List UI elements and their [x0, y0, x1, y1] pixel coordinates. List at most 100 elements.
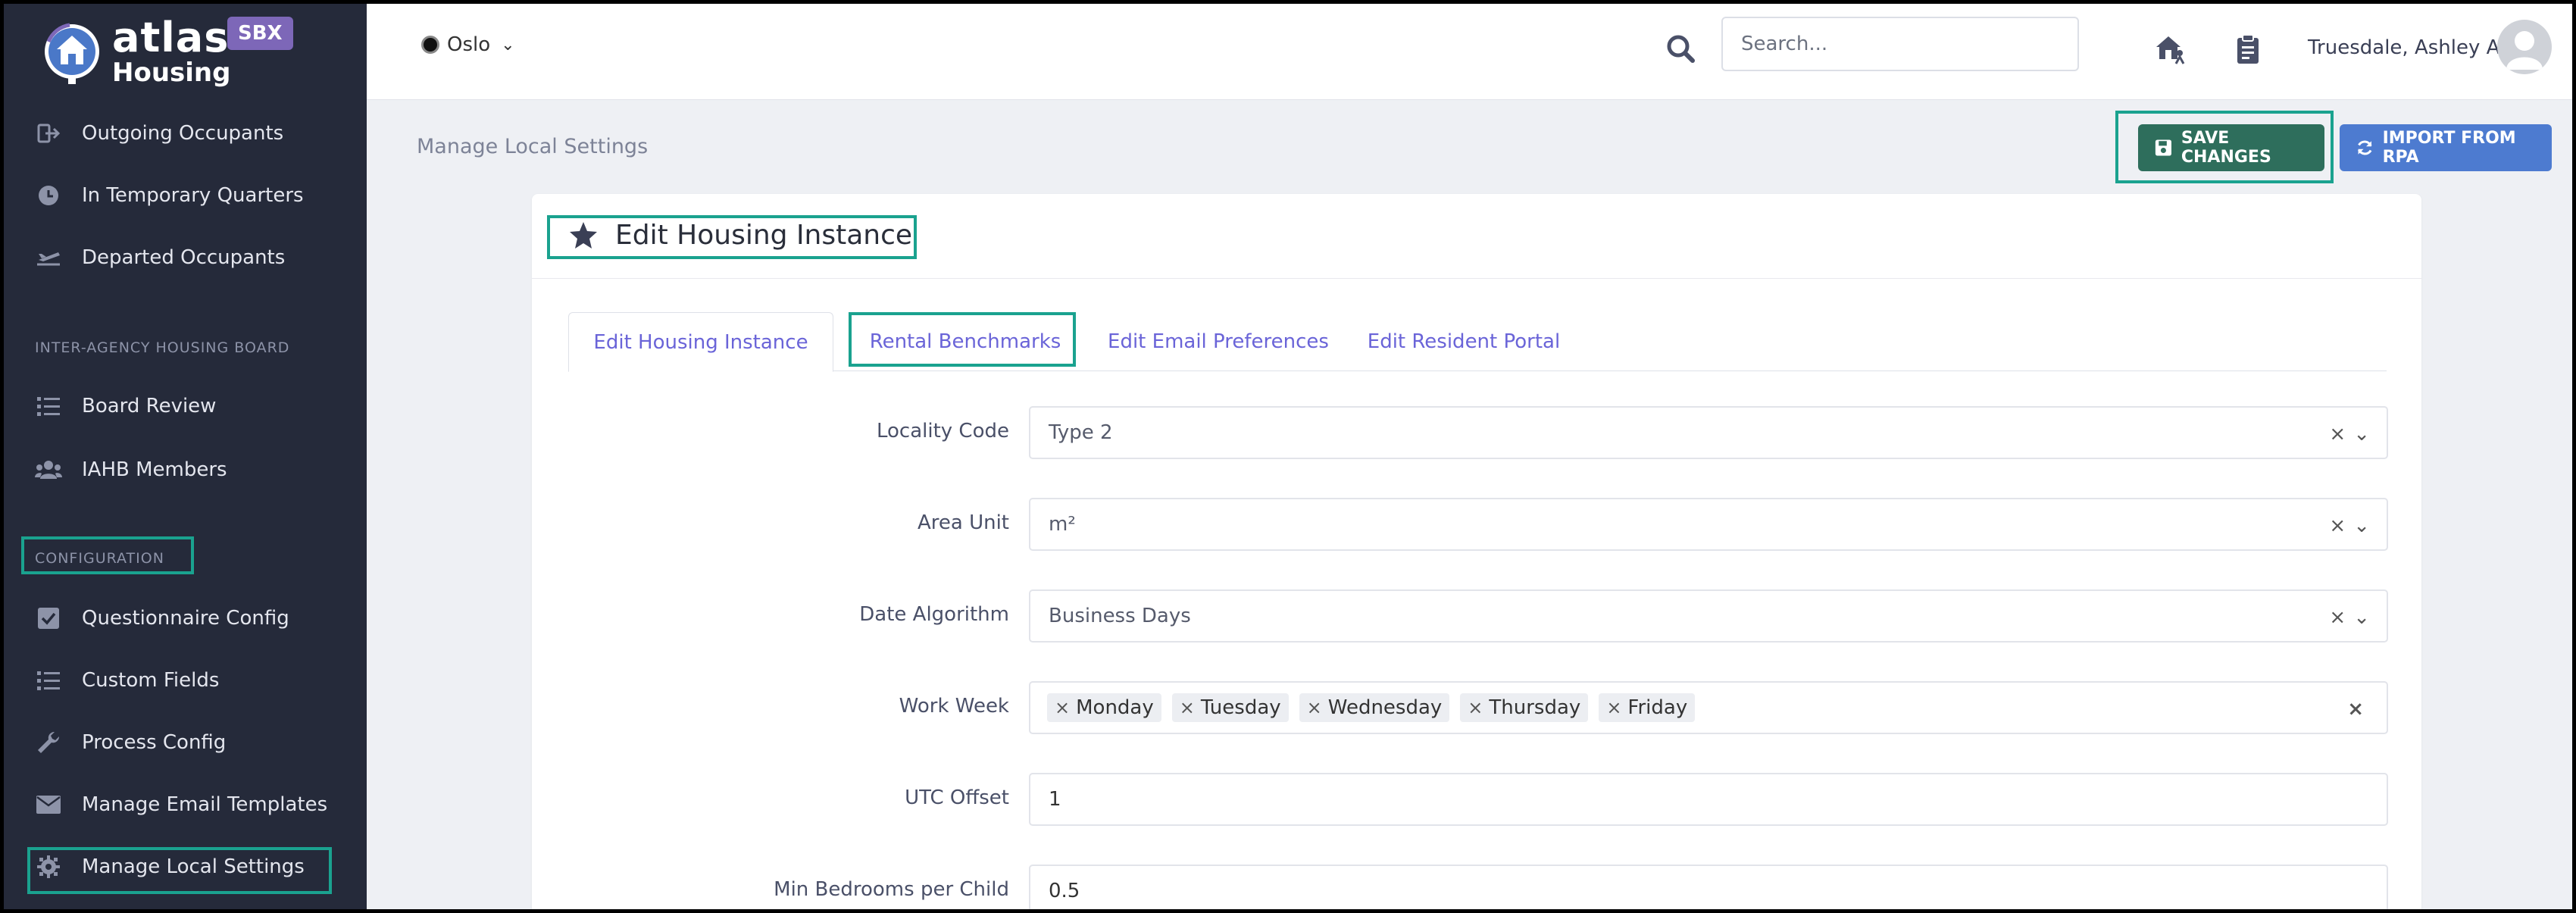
refresh-icon [2358, 140, 2372, 155]
search-input[interactable] [1721, 17, 2079, 71]
remove-chip-icon[interactable]: × [1606, 697, 1621, 718]
locality-code-label: Locality Code [876, 420, 1009, 442]
users-icon [35, 456, 62, 483]
clipboard-icon[interactable] [2232, 33, 2264, 65]
work-week-chip: × Tuesday [1171, 693, 1289, 722]
tab-edit-housing-instance[interactable]: Edit Housing Instance [568, 312, 833, 372]
house-person-icon[interactable] [2155, 33, 2187, 65]
form-row-utc-offset: UTC Offset 1 [532, 773, 2421, 827]
remove-chip-icon[interactable]: × [1468, 697, 1483, 718]
sidebar-item-label: IAHB Members [82, 458, 227, 481]
work-week-chip: × Wednesday [1299, 693, 1450, 722]
sidebar: atlas Housing SBX Outgoing Occupants In … [0, 0, 367, 913]
work-week-multiselect[interactable]: × Monday × Tuesday × Wednesday × Thursday × F… [1029, 681, 2388, 734]
sidebar-item-iahb-members[interactable]: IAHB Members [35, 450, 227, 489]
chevron-down-icon[interactable]: ⌄ [2353, 514, 2370, 537]
user-name[interactable]: Truesdale, Ashley A [2308, 36, 2499, 59]
chevron-down-icon[interactable]: ⌄ [2353, 606, 2370, 629]
sidebar-item-email-templates[interactable]: Manage Email Templates [35, 785, 327, 824]
atlas-globe-icon [45, 23, 99, 84]
chevron-down-icon: ⌄ [501, 35, 515, 55]
work-week-chip: × Monday [1047, 693, 1161, 722]
configuration-highlight [21, 536, 194, 574]
sidebar-item-board-review[interactable]: Board Review [35, 386, 216, 426]
sidebar-item-custom-fields[interactable]: Custom Fields [35, 661, 219, 700]
search-icon[interactable] [1665, 33, 1696, 64]
location-selector[interactable]: Oslo ⌄ [421, 33, 515, 56]
clear-icon[interactable]: × [2329, 606, 2346, 629]
sidebar-item-temporary-quarters[interactable]: In Temporary Quarters [35, 176, 304, 215]
form-row-locality-code: Locality Code Type 2 × ⌄ [532, 406, 2421, 461]
min-bedrooms-value: 0.5 [1049, 880, 1080, 902]
work-week-label: Work Week [899, 695, 1009, 718]
plane-icon [35, 244, 62, 271]
clear-icon[interactable]: × [2329, 423, 2346, 446]
sidebar-item-label: Custom Fields [82, 669, 220, 692]
remove-chip-icon[interactable]: × [1055, 697, 1070, 718]
sidebar-item-outgoing-occupants[interactable]: Outgoing Occupants [35, 114, 283, 153]
user-avatar-icon [2506, 31, 2543, 70]
remove-chip-icon[interactable]: × [1307, 697, 1322, 718]
area-unit-select[interactable]: m² × ⌄ [1029, 498, 2388, 551]
locality-code-select[interactable]: Type 2 × ⌄ [1029, 406, 2388, 459]
wrench-icon [35, 729, 62, 756]
avatar[interactable] [2497, 20, 2552, 74]
date-algorithm-label: Date Algorithm [859, 603, 1009, 626]
date-algorithm-value: Business Days [1049, 605, 1191, 627]
section-header-board: INTER-AGENCY HOUSING BOARD [35, 339, 290, 356]
sign-out-icon [35, 120, 62, 147]
sidebar-item-process-config[interactable]: Process Config [35, 723, 226, 762]
min-bedrooms-input[interactable]: 0.5 [1029, 865, 2388, 913]
sidebar-item-questionnaire-config[interactable]: Questionnaire Config [35, 599, 289, 638]
manage-local-settings-highlight [27, 847, 332, 894]
checkbox-icon [35, 605, 62, 632]
form-row-work-week: Work Week × Monday × Tuesday × Wednesday × T… [532, 681, 2421, 736]
tab-resident-portal[interactable]: Edit Resident Portal [1355, 312, 1573, 371]
tab-bar: Edit Housing Instance Rental Benchmarks … [568, 312, 2387, 372]
save-icon [2155, 139, 2171, 156]
brand-logo-area[interactable]: atlas Housing [39, 14, 230, 89]
tab-email-preferences[interactable]: Edit Email Preferences [1100, 312, 1336, 371]
locality-code-value: Type 2 [1049, 421, 1113, 444]
remove-chip-icon[interactable]: × [1180, 697, 1195, 718]
form-row-min-bedrooms: Min Bedrooms per Child 0.5 [532, 865, 2421, 913]
chevron-down-icon[interactable]: ⌄ [2353, 423, 2370, 446]
form-row-area-unit: Area Unit m² × ⌄ [532, 498, 2421, 552]
min-bedrooms-label: Min Bedrooms per Child [774, 878, 1009, 901]
clear-all-icon[interactable]: × [2347, 698, 2364, 721]
import-from-rpa-button[interactable]: IMPORT FROM RPA [2340, 124, 2552, 171]
sidebar-item-label: Process Config [82, 731, 227, 754]
list-icon [35, 392, 62, 420]
brand-name: atlas [112, 14, 230, 61]
area-unit-label: Area Unit [917, 511, 1009, 534]
save-changes-button[interactable]: SAVE CHANGES [2138, 124, 2324, 171]
sidebar-item-label: Departed Occupants [82, 246, 286, 269]
work-week-chip: × Thursday [1460, 693, 1589, 722]
sidebar-item-label: Questionnaire Config [82, 607, 289, 630]
sidebar-item-label: Manage Email Templates [82, 793, 328, 816]
sidebar-item-label: Outgoing Occupants [82, 122, 284, 145]
brand-subname: Housing [112, 58, 231, 88]
list-icon [35, 667, 62, 694]
sidebar-item-departed-occupants[interactable]: Departed Occupants [35, 238, 285, 277]
location-dot-icon [421, 36, 439, 54]
form-row-date-algorithm: Date Algorithm Business Days × ⌄ [532, 589, 2421, 644]
import-from-rpa-label: IMPORT FROM RPA [2382, 129, 2516, 167]
utc-offset-input[interactable]: 1 [1029, 773, 2388, 826]
envelope-icon [35, 791, 62, 818]
work-week-chip: × Friday [1599, 693, 1696, 722]
environment-badge: SBX [227, 17, 293, 50]
clear-icon[interactable]: × [2329, 514, 2346, 537]
card-title-highlight [547, 215, 917, 259]
save-changes-label: SAVE CHANGES [2181, 129, 2271, 167]
breadcrumb: Manage Local Settings [417, 135, 649, 158]
date-algorithm-select[interactable]: Business Days × ⌄ [1029, 589, 2388, 643]
rental-benchmarks-highlight [849, 312, 1076, 367]
location-name: Oslo [447, 33, 491, 56]
utc-offset-value: 1 [1049, 788, 1061, 811]
area-unit-value: m² [1049, 513, 1076, 536]
edit-card: Edit Housing Instance Edit Housing Insta… [532, 194, 2421, 913]
clock-icon [35, 182, 62, 209]
utc-offset-label: UTC Offset [905, 786, 1009, 809]
sidebar-item-label: Board Review [82, 395, 217, 417]
